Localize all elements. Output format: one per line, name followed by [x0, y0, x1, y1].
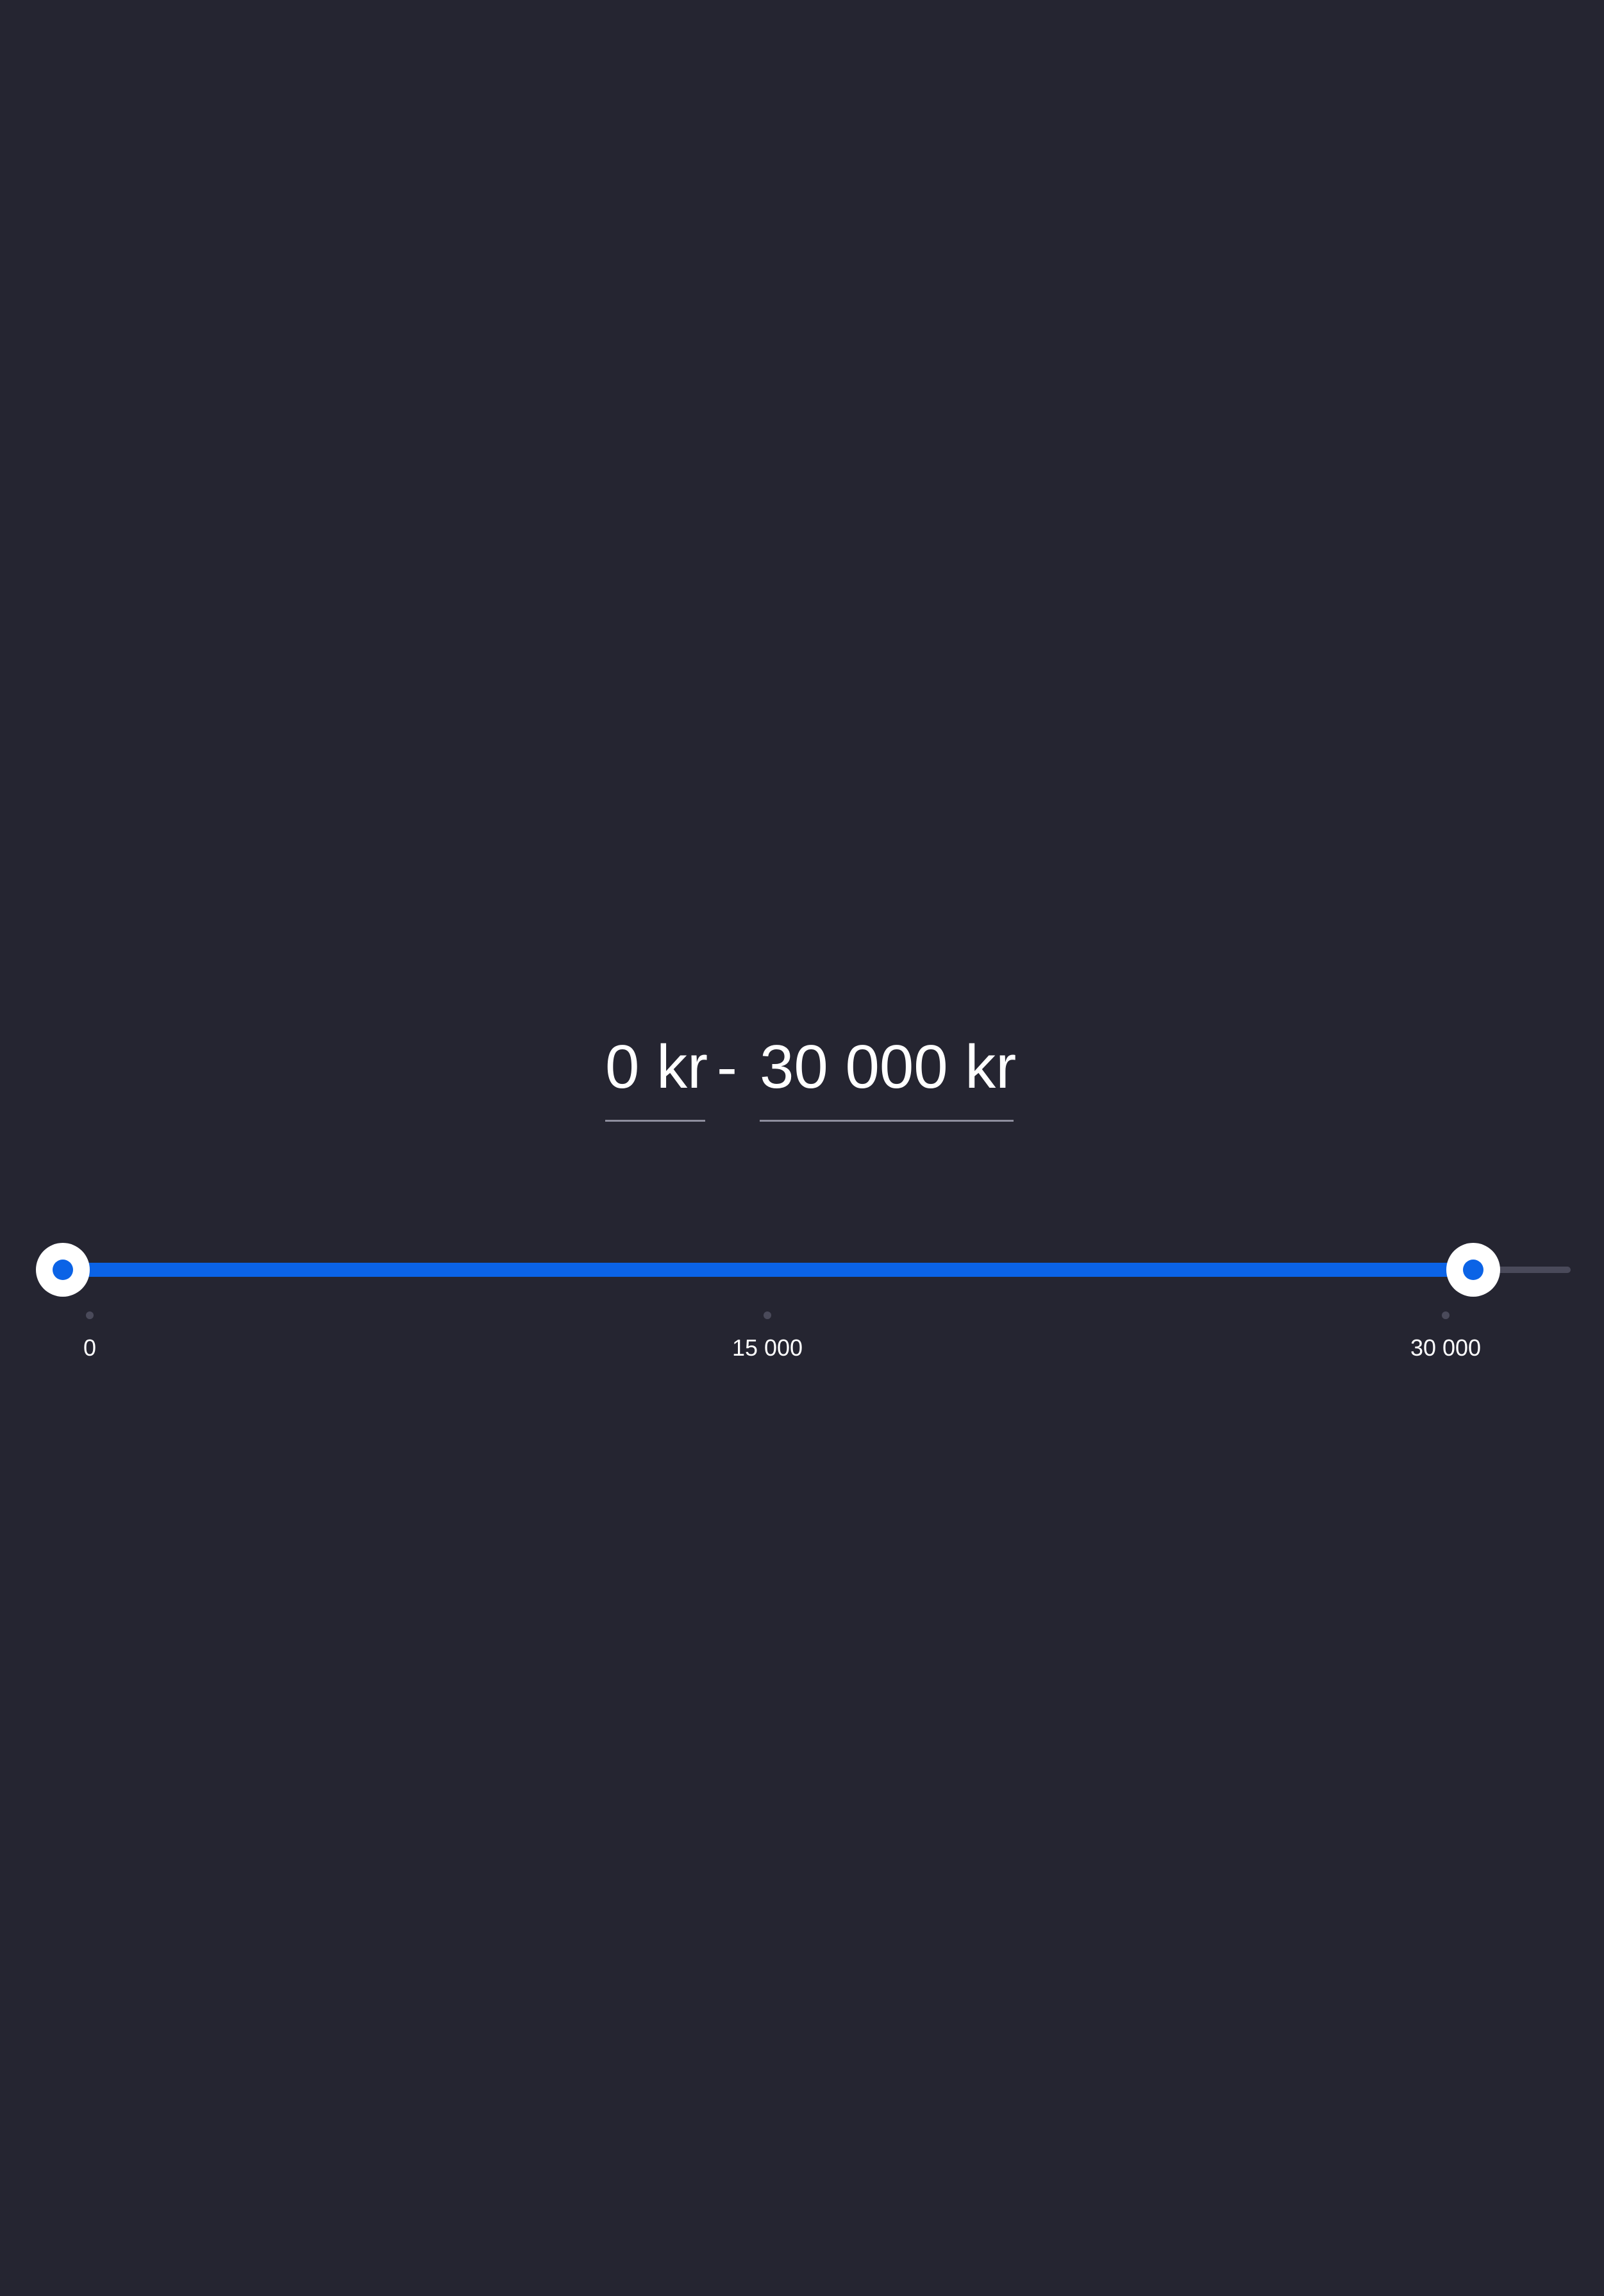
price-range-slider[interactable]: 0 15 000 30 000 — [0, 1237, 1604, 1429]
tick-mark-0 — [86, 1311, 94, 1319]
tick-label-15000: 15 000 — [731, 1335, 803, 1361]
tick-label-0: 0 — [83, 1335, 97, 1361]
min-price-field[interactable]: 0 kr — [605, 1013, 708, 1122]
slider-selected-range — [63, 1263, 1473, 1277]
min-slider-handle[interactable] — [36, 1243, 90, 1297]
max-price-field[interactable]: 30 000 kr — [760, 1013, 1016, 1122]
tick-label-30000: 30 000 — [1410, 1335, 1482, 1361]
tick-mark-15000 — [764, 1311, 771, 1319]
tick-mark-30000 — [1442, 1311, 1449, 1319]
price-range-display: 0 kr - 30 000 kr — [0, 1013, 1604, 1128]
max-slider-handle[interactable] — [1446, 1243, 1500, 1297]
range-separator: - — [717, 1033, 737, 1101]
